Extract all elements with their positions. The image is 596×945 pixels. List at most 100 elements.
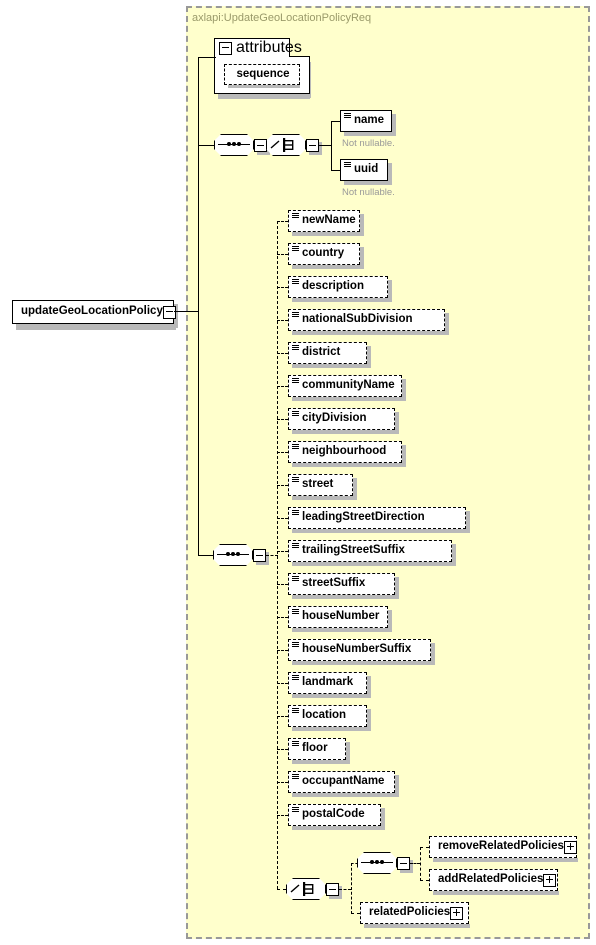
district-shadow: [292, 364, 371, 368]
root-element-expander-icon[interactable]: [162, 305, 176, 319]
element-glyph-icon: [292, 213, 299, 219]
connector-to-communityname: [277, 386, 288, 387]
attributes-sequence-node[interactable]: sequence: [224, 64, 300, 85]
element-street[interactable]: street: [288, 474, 353, 496]
element-addrelatedpolicies[interactable]: addRelatedPolicies: [429, 869, 558, 891]
leadingstreetdirection-shadow: [292, 529, 471, 533]
element-glyph-icon: [292, 675, 299, 681]
citydivision-shadow: [292, 430, 400, 434]
compositor-bottom-sequence[interactable]: [357, 852, 400, 877]
neighbourhood-label: neighbourhood: [302, 445, 387, 458]
top-choice-expander-icon[interactable]: [306, 139, 319, 152]
element-housenumbersuffix[interactable]: houseNumberSuffix: [288, 639, 431, 661]
connector-to-occupantname: [277, 782, 288, 783]
relatedpolicies-expander-icon[interactable]: [450, 906, 464, 920]
element-communityname[interactable]: communityName: [288, 375, 403, 397]
postalcode-shadow: [292, 826, 385, 830]
element-glyph-icon: [292, 444, 299, 450]
connector-bottom-choice-stub: [339, 889, 351, 890]
connector-to-street: [277, 485, 288, 486]
main-sequence-dot-3: [236, 552, 240, 556]
element-uuid[interactable]: uuid: [340, 159, 388, 181]
addrelatedpolicies-expander-icon[interactable]: [543, 873, 557, 887]
element-description[interactable]: description: [288, 276, 389, 298]
element-glyph-icon: [292, 279, 299, 285]
bottom-sequence-expander-icon[interactable]: [397, 857, 410, 870]
element-newname[interactable]: newName: [288, 210, 360, 232]
attributes-expander-icon[interactable]: [219, 41, 232, 55]
communityname-label: communityName: [302, 379, 395, 392]
element-floor[interactable]: floor: [288, 738, 346, 760]
streetsuffix-shadow-right: [395, 577, 400, 599]
element-neighbourhood[interactable]: neighbourhood: [288, 441, 403, 463]
landmark-shadow: [292, 694, 371, 698]
top-sequence-dot-2: [232, 142, 236, 146]
element-removerelatedpolicies[interactable]: removeRelatedPolicies: [429, 836, 577, 858]
country-label: country: [302, 247, 345, 260]
connector-optional-spine: [277, 221, 278, 889]
element-glyph-icon: [292, 774, 299, 780]
connector-to-location: [277, 716, 288, 717]
element-postalcode[interactable]: postalCode: [288, 804, 381, 826]
element-location[interactable]: location: [288, 705, 367, 727]
location-shadow-right: [366, 709, 371, 731]
element-glyph-icon: [292, 609, 299, 615]
element-glyph-icon: [292, 807, 299, 813]
trailingstreetsuffix-shadow: [292, 562, 456, 566]
connector-to-streetsuffix: [277, 584, 288, 585]
root-element-updategeolocationpolicy[interactable]: updateGeoLocationPolicy: [12, 300, 176, 324]
bottom-choice-expander-icon[interactable]: [326, 883, 339, 896]
country-shadow: [292, 265, 364, 269]
element-name[interactable]: name: [340, 110, 392, 132]
connector-choice-to-uuid: [331, 170, 340, 171]
connector-to-leadingstreetdirection: [277, 518, 288, 519]
communityname-shadow-right: [402, 379, 407, 401]
element-district[interactable]: district: [288, 342, 367, 364]
description-shadow-right: [388, 280, 393, 302]
newname-shadow-right: [359, 214, 364, 236]
compositor-top-sequence[interactable]: [214, 134, 257, 159]
bottom-sequence-dot-2: [375, 860, 379, 864]
element-housenumber[interactable]: houseNumber: [288, 606, 389, 628]
compositor-main-sequence[interactable]: [213, 544, 256, 569]
element-name-annotation: Not nullable.: [342, 138, 395, 149]
connector-main-trunk: [198, 57, 199, 312]
element-streetsuffix[interactable]: streetSuffix: [288, 573, 396, 595]
connector-to-citydivision: [277, 419, 288, 420]
connector-trunk-to-top-sequence: [198, 145, 214, 146]
root-element-label: updateGeoLocationPolicy: [21, 305, 163, 318]
trailingstreetsuffix-shadow-right: [452, 544, 456, 566]
element-trailingstreetsuffix[interactable]: trailingStreetSuffix: [288, 540, 452, 562]
compositor-top-choice[interactable]: [266, 134, 309, 159]
compositor-bottom-choice[interactable]: [286, 878, 329, 903]
uuid-node-shadow2: [388, 163, 392, 185]
citydivision-shadow-right: [395, 412, 400, 434]
district-label: district: [302, 346, 341, 359]
main-sequence-expander-icon[interactable]: [253, 549, 266, 562]
element-country[interactable]: country: [288, 243, 360, 265]
street-label: street: [302, 478, 334, 491]
element-nationalsubdivision[interactable]: nationalSubDivision: [288, 309, 445, 331]
leadingstreetdirection-shadow-right: [466, 511, 471, 533]
connector-to-nationalsubdivision: [277, 320, 288, 321]
street-shadow: [292, 496, 357, 500]
element-relatedpolicies[interactable]: relatedPolicies: [360, 902, 469, 924]
element-glyph-icon: [292, 345, 299, 351]
root-element-shadow: [16, 324, 176, 330]
bottom-sequence-dot-3: [380, 860, 384, 864]
connector-main-trunk-lower: [198, 311, 199, 556]
removerelatedpolicies-label: removeRelatedPolicies: [438, 840, 564, 853]
neighbourhood-shadow: [292, 463, 407, 467]
connector-to-landmark: [277, 683, 288, 684]
schema-diagram-canvas: axlapi:UpdateGeoLocationPolicyReq update…: [0, 0, 596, 945]
element-citydivision[interactable]: cityDivision: [288, 408, 396, 430]
occupantname-shadow: [292, 793, 400, 797]
attributes-group-header[interactable]: attributes: [214, 38, 302, 57]
attributes-label: attributes: [236, 39, 302, 56]
element-leadingstreetdirection[interactable]: leadingStreetDirection: [288, 507, 467, 529]
element-landmark[interactable]: landmark: [288, 672, 367, 694]
connector-root-to-trunk: [174, 311, 198, 312]
removerelatedpolicies-expander-icon[interactable]: [563, 840, 577, 854]
connector-to-description: [277, 287, 288, 288]
element-occupantname[interactable]: occupantName: [288, 771, 396, 793]
